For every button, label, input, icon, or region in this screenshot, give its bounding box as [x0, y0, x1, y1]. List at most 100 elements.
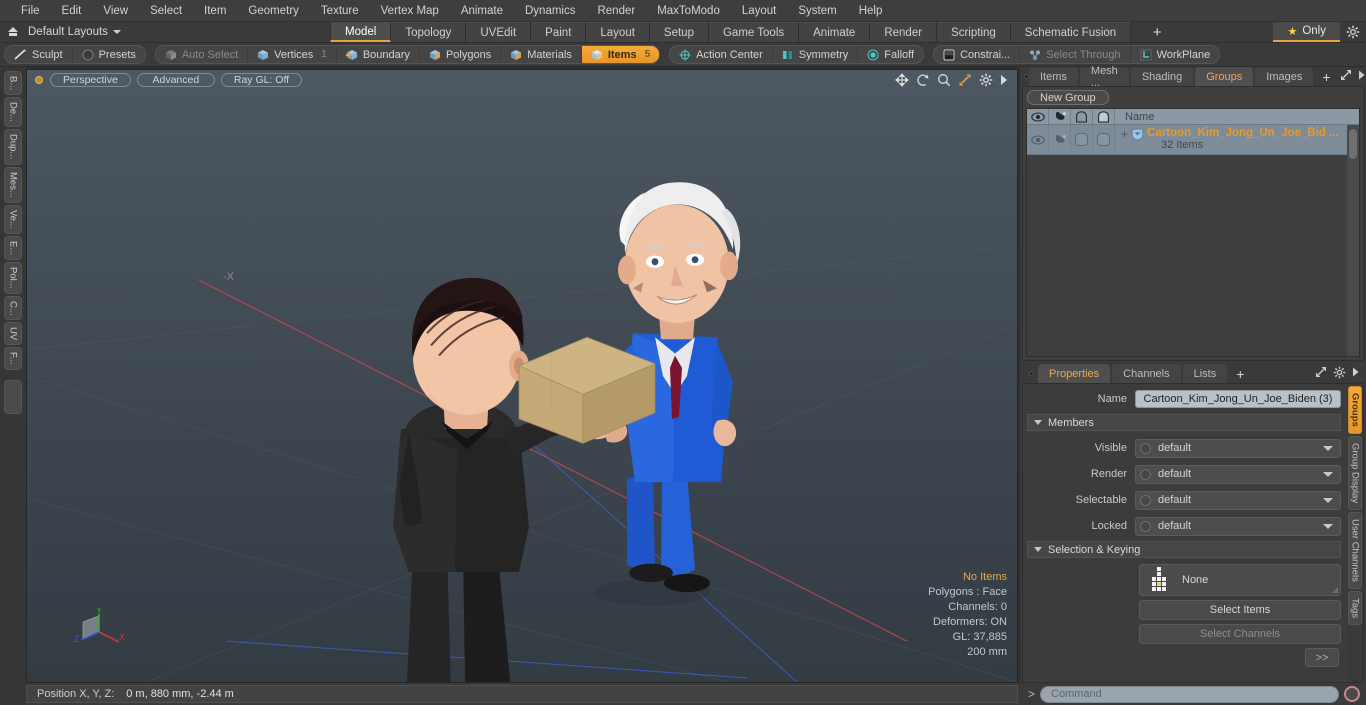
menu-item-render[interactable]: Render [586, 0, 646, 22]
ghost-icon[interactable] [1071, 109, 1093, 124]
row-paw-icon[interactable] [1049, 125, 1071, 154]
tab-uvedit[interactable]: UVEdit [466, 22, 532, 42]
tab-channels[interactable]: Channels [1112, 364, 1181, 383]
left-tab-deform[interactable]: De... [4, 97, 22, 128]
popout-icon[interactable] [1340, 69, 1352, 84]
row-eye-icon[interactable] [1027, 125, 1049, 154]
zoom-icon[interactable] [937, 73, 951, 87]
tab-lists[interactable]: Lists [1182, 364, 1228, 383]
paw-icon[interactable] [1049, 109, 1071, 124]
polygons-button[interactable]: Polygons [420, 46, 502, 63]
symmetry-button[interactable]: Symmetry [773, 46, 859, 63]
menu-item-select[interactable]: Select [139, 0, 193, 22]
tab-groups[interactable]: Groups [1195, 67, 1254, 86]
falloff-button[interactable]: Falloff [858, 46, 923, 63]
expand-icon[interactable]: + [1121, 127, 1128, 141]
left-tab-edge[interactable]: E... [4, 235, 22, 260]
chevron-down-icon[interactable] [1323, 497, 1333, 503]
menu-item-edit[interactable]: Edit [51, 0, 93, 22]
select-through-button[interactable]: Select Through [1020, 46, 1131, 63]
presets-button[interactable]: Presets [73, 46, 145, 63]
collapse-arrow-icon[interactable] [6, 25, 20, 39]
group-tree[interactable]: Name + Cartoon_Kim_Jong_Un_Joe_Bid ... 3… [1026, 108, 1360, 357]
properties-menu-dot-icon[interactable] [1024, 364, 1038, 383]
visible-radio-icon[interactable] [1140, 442, 1151, 454]
add-panel-tab-button[interactable]: + [1315, 67, 1337, 86]
add-layout-tab-button[interactable]: + [1131, 22, 1184, 42]
left-tab-uv[interactable]: UV [4, 322, 22, 346]
left-tab-curve[interactable]: C... [4, 295, 22, 321]
chevron-down-icon[interactable] [1323, 471, 1333, 477]
menu-item-view[interactable]: View [92, 0, 139, 22]
tab-setup[interactable]: Setup [649, 22, 709, 42]
tab-animate[interactable]: Animate [799, 22, 871, 42]
rotate-icon[interactable] [916, 73, 930, 87]
viewport-projection-pill[interactable]: Perspective [50, 73, 131, 87]
tab-layout[interactable]: Layout [586, 22, 650, 42]
materials-button[interactable]: Materials [501, 46, 582, 63]
tab-paint[interactable]: Paint [531, 22, 587, 42]
layout-selector[interactable]: Default Layouts [0, 22, 330, 42]
selection-keying-section-header[interactable]: Selection & Keying [1027, 541, 1341, 558]
disclosure-triangle-icon[interactable] [1034, 547, 1042, 552]
tab-properties[interactable]: Properties [1038, 364, 1111, 383]
workplane-button[interactable]: WorkPlane [1131, 46, 1220, 63]
locked-dropdown[interactable]: default [1135, 516, 1341, 536]
left-tab-extra[interactable] [4, 380, 22, 415]
viewport-3d[interactable]: -X Perspective Advanced Ray GL: Off No I… [26, 69, 1018, 683]
locked-radio-icon[interactable] [1140, 520, 1151, 532]
tab-model[interactable]: Model [330, 22, 392, 42]
tab-game-tools[interactable]: Game Tools [708, 22, 800, 42]
menu-item-layout[interactable]: Layout [731, 0, 788, 22]
menu-item-item[interactable]: Item [193, 0, 237, 22]
tab-scripting[interactable]: Scripting [937, 22, 1011, 42]
menu-item-dynamics[interactable]: Dynamics [514, 0, 586, 22]
constraint-button[interactable]: Constrai... [934, 46, 1021, 63]
tab-mesh[interactable]: Mesh ... [1079, 65, 1129, 89]
disclosure-triangle-icon[interactable] [1034, 420, 1042, 425]
viewport-raygl-pill[interactable]: Ray GL: Off [220, 73, 303, 87]
eye-icon[interactable] [1027, 109, 1049, 124]
row-shade-checkbox[interactable] [1093, 125, 1115, 154]
only-toggle-button[interactable]: ★ Only [1273, 22, 1340, 42]
menu-item-vertex-map[interactable]: Vertex Map [370, 0, 450, 22]
left-tab-duplicate[interactable]: Dup... [4, 129, 22, 165]
row-ghost-checkbox[interactable] [1071, 125, 1093, 154]
chevron-down-icon[interactable] [1323, 445, 1333, 451]
side-tab-group-display[interactable]: Group Display [1348, 435, 1362, 510]
menu-item-geometry[interactable]: Geometry [237, 0, 310, 22]
chevron-down-icon[interactable] [1323, 523, 1333, 529]
gear-icon[interactable] [979, 73, 993, 87]
tab-shading[interactable]: Shading [1130, 67, 1194, 86]
visible-dropdown[interactable]: default [1135, 438, 1341, 458]
tab-items[interactable]: Items [1029, 67, 1078, 86]
side-tab-user-channels[interactable]: User Channels [1348, 511, 1362, 589]
group-name-input[interactable]: Cartoon_Kim_Jong_Un_Joe_Biden (3) [1135, 390, 1341, 408]
viewport-menu-dot-icon[interactable] [35, 76, 43, 84]
row-name-cell[interactable]: + Cartoon_Kim_Jong_Un_Joe_Bid ... 32 Ite… [1115, 125, 1359, 154]
left-tab-vertex[interactable]: Ve... [4, 204, 22, 234]
menu-item-file[interactable]: File [10, 0, 51, 22]
menu-item-animate[interactable]: Animate [450, 0, 514, 22]
boundary-button[interactable]: Boundary [337, 46, 420, 63]
menu-item-maxtomodo[interactable]: MaxToModo [646, 0, 731, 22]
shade-icon[interactable] [1093, 109, 1115, 124]
render-radio-icon[interactable] [1140, 468, 1151, 480]
chevron-right-icon[interactable] [1358, 70, 1366, 83]
table-row[interactable]: + Cartoon_Kim_Jong_Un_Joe_Bid ... 32 Ite… [1027, 125, 1359, 155]
viewport-shading-pill[interactable]: Advanced [136, 73, 215, 87]
gear-icon[interactable] [1333, 366, 1346, 382]
record-icon[interactable] [1344, 686, 1360, 702]
select-items-button[interactable]: Select Items [1139, 600, 1341, 620]
chevron-right-icon[interactable] [1000, 74, 1009, 86]
menu-item-help[interactable]: Help [848, 0, 894, 22]
auto-select-button[interactable]: Auto Select [156, 46, 249, 63]
pan-icon[interactable] [895, 73, 909, 87]
fit-icon[interactable] [958, 73, 972, 87]
add-properties-tab-button[interactable]: + [1229, 364, 1251, 383]
select-channels-button[interactable]: Select Channels [1139, 624, 1341, 644]
vertices-button[interactable]: Vertices 1 [248, 46, 337, 63]
command-input[interactable]: Command [1040, 685, 1339, 703]
layout-gear-icon[interactable] [1340, 22, 1366, 42]
menu-item-texture[interactable]: Texture [310, 0, 370, 22]
